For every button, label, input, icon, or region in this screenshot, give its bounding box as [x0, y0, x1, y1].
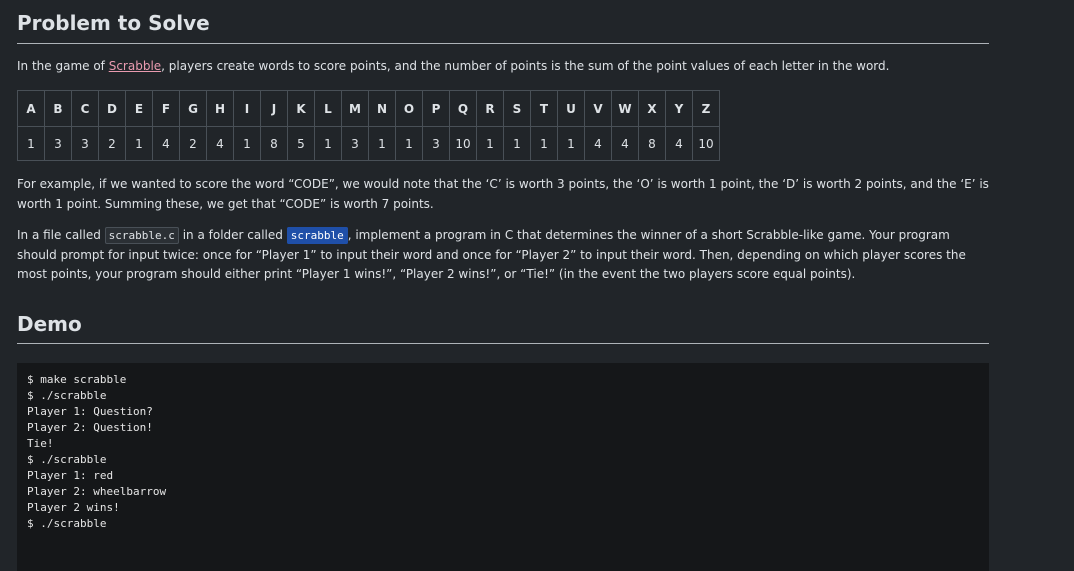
task-text-2: in a folder called — [178, 228, 287, 242]
letter-cell: H — [206, 90, 234, 127]
terminal-line: $ ./scrabble — [27, 389, 107, 402]
letter-cell: V — [584, 90, 612, 127]
terminal-line: Player 2: wheelbarrow — [27, 485, 167, 498]
letter-cell: R — [476, 90, 504, 127]
terminal-line: Player 1: Question? — [27, 405, 153, 418]
letter-cell: C — [71, 90, 99, 127]
letter-cell: U — [557, 90, 585, 127]
terminal-line: $ ./scrabble — [27, 453, 107, 466]
letter-cell: K — [287, 90, 315, 127]
letter-cell: X — [638, 90, 666, 127]
letter-cell: O — [395, 90, 423, 127]
letter-cell: Z — [692, 90, 720, 127]
filename-code: scrabble.c — [104, 227, 179, 244]
points-cell: 8 — [638, 126, 666, 161]
example-paragraph: For example, if we wanted to score the w… — [17, 177, 989, 211]
letter-cell: B — [44, 90, 72, 127]
letter-cell: A — [17, 90, 45, 127]
points-cell: 1 — [368, 126, 396, 161]
points-cell: 2 — [98, 126, 126, 161]
letter-cell: J — [260, 90, 288, 127]
points-cell: 1 — [476, 126, 504, 161]
problem-heading: Problem to Solve — [17, 11, 210, 35]
points-cell: 3 — [422, 126, 450, 161]
terminal-line: Player 2 wins! — [27, 501, 120, 514]
letter-cell: D — [98, 90, 126, 127]
letter-cell: N — [368, 90, 396, 127]
points-cell: 8 — [260, 126, 288, 161]
terminal-line: Player 2: Question! — [27, 421, 153, 434]
letters-row: ABCDEFGHIJKLMNOPQRSTUVWXYZ — [17, 90, 720, 127]
points-cell: 1 — [530, 126, 558, 161]
demo-heading: Demo — [17, 312, 82, 336]
letter-cell: Q — [449, 90, 477, 127]
letter-cell: M — [341, 90, 369, 127]
intro-text-after: , players create words to score points, … — [161, 59, 890, 73]
points-cell: 5 — [287, 126, 315, 161]
points-cell: 3 — [44, 126, 72, 161]
points-cell: 3 — [341, 126, 369, 161]
heading-divider — [17, 43, 989, 44]
letter-cell: L — [314, 90, 342, 127]
terminal-line: $ ./scrabble — [27, 517, 107, 530]
points-cell: 1 — [503, 126, 531, 161]
task-text-1: In a file called — [17, 228, 105, 242]
letter-cell: T — [530, 90, 558, 127]
letter-cell: P — [422, 90, 450, 127]
scrabble-link[interactable]: Scrabble — [109, 59, 161, 73]
points-cell: 4 — [584, 126, 612, 161]
points-cell: 1 — [17, 126, 45, 161]
points-cell: 10 — [449, 126, 477, 161]
terminal-demo[interactable]: $ make scrabble $ ./scrabble Player 1: Que… — [17, 363, 989, 571]
points-cell: 3 — [71, 126, 99, 161]
letter-cell: E — [125, 90, 153, 127]
points-cell: 2 — [179, 126, 207, 161]
points-cell: 1 — [395, 126, 423, 161]
points-row: 1 3 3 2 1 4 2 4 1 8 5 1 3 1 1 3 10 1 1 1 1 4 4 8 4 10 — [17, 126, 720, 161]
folder-code-selected[interactable]: scrabble — [286, 227, 348, 244]
points-cell: 1 — [125, 126, 153, 161]
intro-paragraph: In the game of Scrabble, players create … — [17, 57, 989, 77]
points-cell: 1 — [557, 126, 585, 161]
letter-cell: W — [611, 90, 639, 127]
demo-divider — [17, 343, 989, 344]
terminal-line: Player 1: red — [27, 469, 114, 482]
terminal-line: $ make scrabble — [27, 373, 127, 386]
letter-score-table: ABCDEFGHIJKLMNOPQRSTUVWXYZ 1332142418513… — [17, 90, 720, 161]
points-cell: 4 — [206, 126, 234, 161]
intro-text-before: In the game of — [17, 59, 109, 73]
terminal-line: Tie! — [27, 437, 54, 450]
letter-cell: F — [152, 90, 180, 127]
points-cell: 4 — [665, 126, 693, 161]
points-cell: 1 — [233, 126, 261, 161]
points-cell: 1 — [314, 126, 342, 161]
points-cell: 10 — [692, 126, 720, 161]
letter-cell: G — [179, 90, 207, 127]
letter-cell: S — [503, 90, 531, 127]
letter-cell: I — [233, 90, 261, 127]
points-cell: 4 — [152, 126, 180, 161]
task-paragraph: In a file called scrabble.c in a folder … — [17, 226, 989, 285]
points-cell: 4 — [611, 126, 639, 161]
letter-cell: Y — [665, 90, 693, 127]
